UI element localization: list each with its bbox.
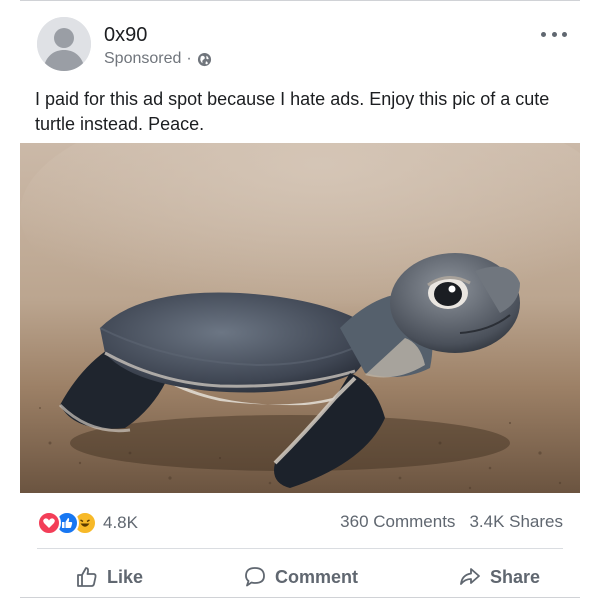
comment-count[interactable]: 360 Comments [340, 512, 455, 532]
share-count[interactable]: 3.4K Shares [469, 512, 563, 532]
post-text: I paid for this ad spot because I hate a… [35, 89, 550, 134]
speech-bubble-icon [245, 567, 265, 587]
like-label: Like [107, 566, 144, 587]
love-reaction-icon [37, 511, 61, 535]
share-label: Share [489, 566, 540, 587]
bottom-divider [20, 597, 580, 598]
author-name[interactable]: 0x90 [104, 24, 147, 47]
share-arrow-icon [460, 568, 480, 585]
thumbs-up-icon [77, 567, 97, 587]
turtle-image [20, 143, 580, 493]
turtle-photo[interactable] [20, 143, 580, 493]
like-button[interactable]: Like [75, 562, 143, 592]
action-bar: Like Comment Share [20, 562, 580, 592]
meta-separator: · [186, 50, 192, 67]
engagement-counts: 360 Comments 3.4K Shares [340, 512, 563, 532]
reaction-summary[interactable]: 4.8K [37, 511, 138, 535]
post-meta: Sponsored · [104, 50, 212, 68]
actions-divider [37, 548, 563, 549]
comment-label: Comment [274, 566, 358, 587]
sponsored-label[interactable]: Sponsored [104, 50, 181, 68]
share-button[interactable]: Share [458, 562, 540, 592]
default-avatar-icon [37, 17, 91, 71]
comment-button[interactable]: Comment [243, 562, 358, 592]
top-divider [20, 0, 580, 1]
reaction-count: 4.8K [103, 513, 138, 532]
more-options-icon[interactable] [541, 28, 567, 40]
author-avatar[interactable] [37, 17, 91, 71]
globe-icon [197, 52, 212, 67]
